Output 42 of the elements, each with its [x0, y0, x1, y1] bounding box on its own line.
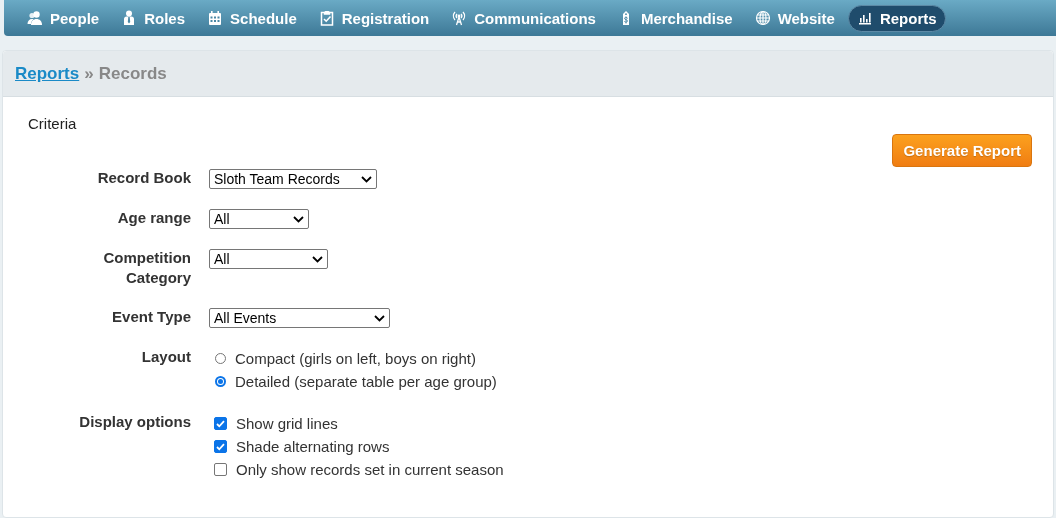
- field-label: Layout: [140, 347, 191, 367]
- field-label: Display options: [78, 412, 191, 432]
- breadcrumb-link[interactable]: Reports: [15, 63, 80, 84]
- nav-tab[interactable]: Website: [745, 4, 844, 32]
- field-label: Age range: [116, 208, 191, 228]
- checkbox[interactable]: [214, 440, 227, 453]
- nav-tab[interactable]: Reports: [847, 4, 946, 32]
- checkbox[interactable]: [214, 463, 227, 476]
- dropdown[interactable]: All: [209, 209, 309, 229]
- chevron-down-icon: [293, 215, 304, 223]
- dropdown[interactable]: All: [209, 249, 328, 269]
- field-label: Event Type: [111, 307, 191, 327]
- globe-icon: [754, 10, 771, 26]
- option-label: Only show records set in current season: [236, 461, 504, 478]
- radio-button[interactable]: [215, 376, 226, 387]
- nav-tab[interactable]: Roles: [112, 4, 195, 32]
- section-title: Criteria: [28, 115, 78, 132]
- clipboard-check-icon: [318, 10, 335, 26]
- people-icon: [27, 10, 43, 26]
- nav-tab[interactable]: Registration: [309, 4, 439, 32]
- breadcrumb-current: Records: [98, 63, 167, 84]
- chevron-down-icon: [361, 175, 372, 183]
- option-label: Show grid lines: [236, 415, 338, 432]
- field-label: Competition Category: [102, 248, 191, 288]
- option-label: Compact (girls on left, boys on right): [235, 350, 476, 367]
- option-label: Shade alternating rows: [236, 438, 390, 455]
- antenna-icon: [451, 10, 468, 26]
- bar-chart-icon: [856, 10, 873, 26]
- field-label: Record Book: [96, 168, 191, 188]
- calendar-icon: [207, 10, 224, 26]
- checkbox[interactable]: [214, 417, 227, 430]
- chevron-down-icon: [374, 314, 385, 322]
- nav-tab[interactable]: Merchandise: [608, 4, 742, 32]
- option-label: Detailed (separate table per age group): [235, 373, 497, 390]
- nav-tab[interactable]: People: [18, 4, 109, 32]
- chevron-down-icon: [312, 255, 323, 263]
- generate-report-button[interactable]: Generate Report: [892, 134, 1032, 167]
- nav-tab[interactable]: Schedule: [198, 4, 306, 32]
- breadcrumb-separator: »: [84, 63, 94, 84]
- nav-tab[interactable]: Communications: [442, 4, 605, 32]
- dropdown[interactable]: All Events: [209, 308, 390, 328]
- dropdown[interactable]: Sloth Team Records: [209, 169, 377, 189]
